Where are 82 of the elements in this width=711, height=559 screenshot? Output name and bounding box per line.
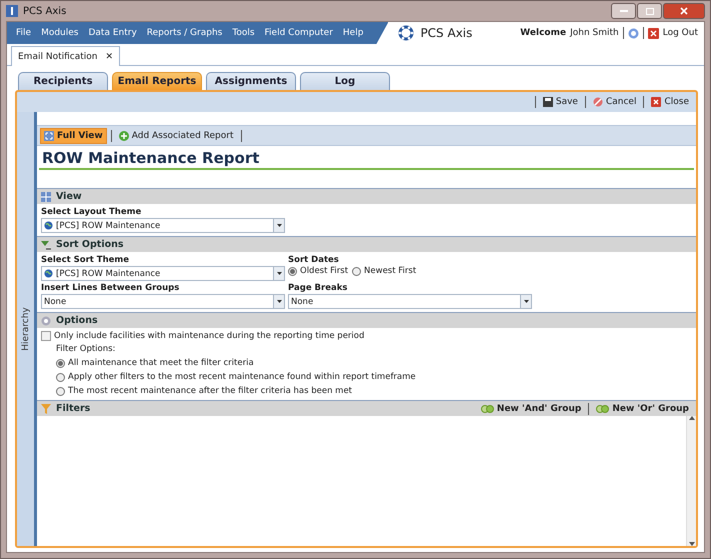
radio-button[interactable] [288, 266, 297, 276]
dropdown-field[interactable]: None [41, 294, 285, 309]
sort-icon [41, 240, 51, 250]
maximize-icon [646, 8, 654, 14]
radio-option[interactable]: The most recent maintenance after the filter criteria has been met [56, 386, 692, 396]
field-label: Insert Lines Between Groups [41, 283, 180, 293]
radio-button[interactable] [352, 266, 362, 276]
minimize-icon [620, 10, 628, 12]
menu-item[interactable]: File [11, 28, 36, 38]
radio-button[interactable] [56, 372, 65, 382]
gear-icon [41, 316, 51, 326]
menu-item[interactable]: Reports / Graphs [142, 28, 228, 38]
funnel-icon [41, 404, 51, 414]
cancel-button[interactable]: Cancel [590, 95, 640, 109]
close-button[interactable] [663, 3, 705, 19]
tab-close-button[interactable]: ✕ [105, 52, 114, 62]
tab[interactable]: Email Reports [112, 72, 202, 90]
toggle-icon [596, 404, 610, 412]
grid-icon [41, 192, 51, 202]
brand-name: PCS Axis [420, 26, 472, 40]
document-tab[interactable]: Email Notification ✕ [11, 46, 120, 66]
logo-icon [398, 25, 414, 41]
caret-icon [276, 300, 282, 303]
window-title: PCS Axis [23, 6, 66, 16]
welcome-label: Welcome [520, 28, 566, 38]
globe-icon [44, 221, 53, 230]
menu-item[interactable]: Help [338, 28, 368, 38]
scroll-down-icon [688, 542, 694, 546]
user-name: John Smith [570, 28, 619, 38]
expand-icon [44, 130, 54, 140]
tab[interactable]: Assignments [206, 72, 296, 90]
report-title: ROW Maintenance Report [39, 146, 694, 170]
section-header[interactable]: Sort Options [37, 236, 696, 252]
scrollbar[interactable] [686, 416, 696, 546]
logout-link[interactable]: Log Out [662, 28, 698, 38]
tab[interactable]: Recipients [18, 72, 108, 90]
radio-option[interactable]: All maintenance that meet the filter criteria [56, 358, 692, 368]
caret-icon [276, 272, 282, 275]
radio-option[interactable]: Newest First [352, 266, 416, 276]
new-group-button[interactable]: New 'Or' Group [593, 402, 692, 416]
caret-icon [524, 300, 528, 303]
close-icon [651, 97, 662, 107]
toggle-icon [480, 404, 494, 412]
close-button[interactable]: Close [648, 95, 692, 109]
panel-label: Hierarchy [20, 307, 30, 351]
menu-item[interactable]: Field Computer [260, 28, 338, 38]
radio-button[interactable] [56, 358, 65, 368]
full-view-button[interactable]: Full View [40, 128, 107, 144]
new-group-button[interactable]: New 'And' Group [478, 402, 584, 416]
minimize-button[interactable] [611, 3, 636, 19]
menu-item[interactable]: Modules [36, 28, 84, 38]
maximize-button[interactable] [637, 3, 662, 19]
section-header[interactable]: Filters New 'And' Group New 'Or' Group [37, 400, 696, 416]
section-header[interactable]: View [37, 188, 696, 204]
globe-icon [44, 269, 53, 278]
logout-icon [648, 28, 659, 38]
radio-button[interactable] [56, 386, 65, 396]
checkbox-option[interactable]: Only include facilities with maintenance during the reporting time period [41, 331, 692, 341]
caret-icon [276, 224, 282, 227]
tab[interactable]: Log [300, 72, 390, 90]
app-icon [6, 5, 18, 17]
field-label: Page Breaks [288, 283, 348, 293]
close-icon [680, 7, 688, 15]
checkbox[interactable] [41, 331, 51, 341]
hierarchy-panel[interactable]: Hierarchy [17, 112, 37, 546]
filter-options-label: Filter Options: [56, 344, 116, 354]
save-button[interactable]: Save [540, 95, 581, 109]
menu-item[interactable]: Tools [227, 28, 260, 38]
cancel-icon [592, 97, 603, 107]
field-label: Sort Dates [288, 255, 340, 265]
radio-option[interactable]: Apply other filters to the most recent maintenance found within report timeframe [56, 372, 692, 382]
radio-option[interactable]: Oldest First [288, 266, 348, 276]
help-icon[interactable] [628, 28, 639, 38]
dropdown-field[interactable]: [PCS] ROW Maintenance [41, 218, 285, 233]
section-header[interactable]: Options [37, 312, 696, 328]
dropdown-field[interactable]: None [288, 294, 532, 309]
dropdown-field[interactable]: [PCS] ROW Maintenance [41, 266, 285, 281]
field-label: Select Sort Theme [41, 255, 130, 265]
field-label: Select Layout Theme [41, 207, 142, 217]
menu-item[interactable]: Data Entry [83, 28, 142, 38]
add-report-button[interactable]: Add Associated Report [116, 128, 236, 142]
add-icon [118, 130, 129, 140]
